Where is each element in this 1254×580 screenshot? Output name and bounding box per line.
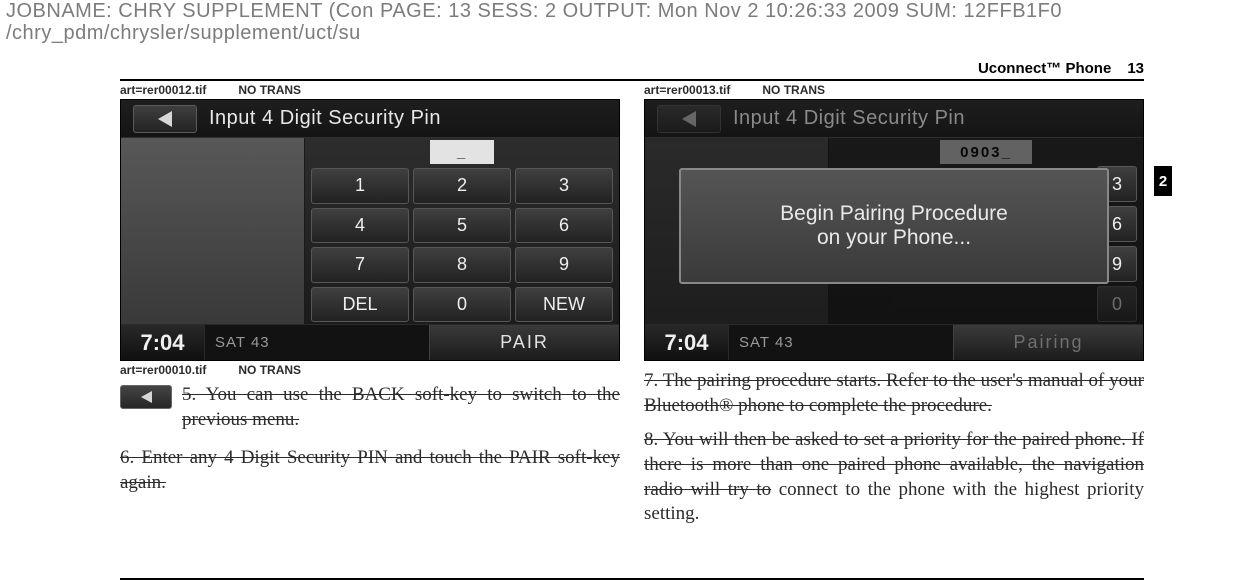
left-column: art=rer00012.tif NO TRANS Input 4 Digit … [120, 81, 620, 537]
key-del[interactable]: DEL [311, 287, 409, 323]
screen-side-pane [121, 138, 305, 324]
screen-title: Input 4 Digit Security Pin [733, 107, 965, 130]
thumb-index: 2 [1154, 140, 1172, 196]
arrow-left-icon [682, 111, 696, 127]
right-text: 7. The pairing procedure starts. Refer t… [644, 365, 1144, 537]
back-chip-icon [120, 385, 172, 409]
key-9[interactable]: 9 [515, 247, 613, 283]
job-header-line2: /chry_pdm/chrysler/supplement/uct/su [6, 22, 1248, 44]
arrow-left-icon [158, 111, 172, 127]
step-7: 7. The pairing procedure starts. Refer t… [644, 370, 1144, 416]
page-number: 13 [1127, 60, 1144, 77]
screen-header: Input 4 Digit Security Pin [645, 100, 1143, 138]
art-trans: NO TRANS [238, 83, 301, 97]
art-file: art=rer00010.tif [120, 363, 206, 377]
pin-input[interactable]: _ [430, 140, 494, 164]
back-button[interactable] [133, 105, 197, 133]
pairing-button[interactable]: Pairing [953, 325, 1143, 360]
pin-input[interactable]: 0903_ [940, 140, 1032, 164]
key-8[interactable]: 8 [413, 247, 511, 283]
sat-label: SAT 43 [729, 325, 953, 360]
art-caption-bottom-left: art=rer00010.tif NO TRANS [120, 361, 620, 379]
key-4[interactable]: 4 [311, 208, 409, 244]
screen-footer: 7:04 SAT 43 Pairing [645, 324, 1143, 360]
thumb-tab-2[interactable]: 2 [1154, 166, 1172, 196]
step-5-row: 5. You can use the BACK soft-key to swit… [120, 383, 620, 442]
job-header-line1: JOBNAME: CHRY SUPPLEMENT (Con PAGE: 13 S… [6, 0, 1248, 22]
running-head: Uconnect™ Phone 13 [120, 60, 1144, 77]
key-new[interactable]: NEW [515, 287, 613, 323]
art-caption-top-right: art=rer00013.tif NO TRANS [644, 81, 1144, 99]
page-body: Uconnect™ Phone 13 art=rer00012.tif NO T… [120, 54, 1144, 580]
dialog-line2: on your Phone... [817, 226, 971, 250]
sat-label: SAT 43 [205, 325, 429, 360]
key-6[interactable]: 6 [515, 208, 613, 244]
section-title: Uconnect™ Phone [978, 60, 1111, 77]
pairing-dialog: Begin Pairing Procedure on your Phone... [679, 168, 1109, 284]
art-trans: NO TRANS [238, 363, 301, 377]
step-8: 8. You will then be asked to set a prior… [644, 428, 1144, 527]
key-0[interactable]: 0 [413, 287, 511, 323]
screen-pairing: Input 4 Digit Security Pin 0903_ 3 [644, 99, 1144, 361]
left-text: 5. You can use the BACK soft-key to swit… [120, 383, 620, 506]
clock: 7:04 [645, 325, 729, 360]
pair-button[interactable]: PAIR [429, 325, 619, 360]
key-3[interactable]: 3 [515, 168, 613, 204]
dialog-line1: Begin Pairing Procedure [780, 202, 1008, 226]
screen-body: _ 1 2 3 4 5 6 7 8 9 DEL [121, 138, 619, 324]
step-5: 5. You can use the BACK soft-key to swit… [182, 384, 620, 430]
art-file: art=rer00012.tif [120, 83, 206, 97]
key-2[interactable]: 2 [413, 168, 511, 204]
screen-title: Input 4 Digit Security Pin [209, 107, 441, 130]
art-caption-top-left: art=rer00012.tif NO TRANS [120, 81, 620, 99]
page-root: JOBNAME: CHRY SUPPLEMENT (Con PAGE: 13 S… [0, 0, 1254, 580]
key-7[interactable]: 7 [311, 247, 409, 283]
art-trans: NO TRANS [762, 83, 825, 97]
columns: art=rer00012.tif NO TRANS Input 4 Digit … [120, 81, 1144, 537]
keypad: 1 2 3 4 5 6 7 8 9 DEL 0 [311, 168, 613, 322]
job-header: JOBNAME: CHRY SUPPLEMENT (Con PAGE: 13 S… [0, 0, 1254, 44]
art-file: art=rer00013.tif [644, 83, 730, 97]
clock: 7:04 [121, 325, 205, 360]
keypad-area: _ 1 2 3 4 5 6 7 8 9 DEL [305, 138, 619, 324]
step-6: 6. Enter any 4 Digit Security PIN and to… [120, 447, 620, 493]
screen-footer: 7:04 SAT 43 PAIR [121, 324, 619, 360]
screen-pin-entry: Input 4 Digit Security Pin _ 1 2 3 4 5 [120, 99, 620, 361]
key-5[interactable]: 5 [413, 208, 511, 244]
key-1[interactable]: 1 [311, 168, 409, 204]
back-button[interactable] [657, 105, 721, 133]
right-column: art=rer00013.tif NO TRANS Input 4 Digit … [644, 81, 1144, 537]
screen-header: Input 4 Digit Security Pin [121, 100, 619, 138]
key-0[interactable]: 0 [1097, 286, 1137, 322]
arrow-left-icon [141, 391, 152, 403]
